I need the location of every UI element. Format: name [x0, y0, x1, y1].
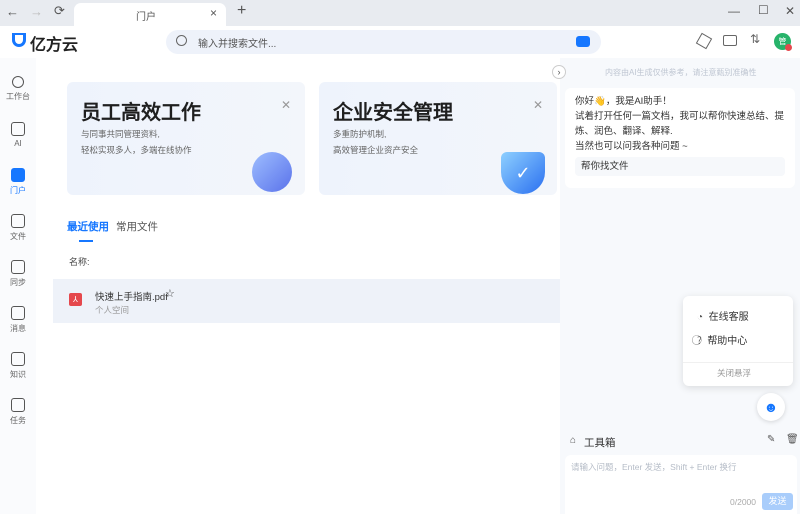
new-tab-button[interactable]: + [237, 2, 246, 20]
promo-card-efficiency[interactable]: 员工高效工作 与同事共同管理资料, 轻松实现多人，多端在线协作 ✕ [67, 82, 305, 195]
search-bar[interactable]: 输入并搜索文件... [166, 30, 601, 54]
file-name[interactable]: 快速上手指南.pdf [95, 289, 168, 303]
browser-titlebar: ← → ⟳ 门户 × + — ☐ ✕ [0, 0, 800, 27]
knowledge-icon [11, 352, 25, 366]
home-icon [11, 168, 25, 182]
card-title: 员工高效工作 [81, 102, 201, 124]
card-desc: 高效管理企业资产安全 [333, 145, 419, 155]
service-icon: ◔ [697, 312, 704, 323]
toolbox-label[interactable]: 工具箱 [584, 435, 616, 450]
sidebar-item-tasks[interactable]: 任务 [0, 398, 36, 426]
task-icon [11, 398, 25, 412]
sidebar-item-files[interactable]: 文件 [0, 214, 36, 242]
card-title: 企业安全管理 [333, 102, 453, 124]
maximize-button[interactable]: ☐ [758, 3, 769, 17]
tab-recent[interactable]: 最近使用 [67, 219, 109, 234]
sidebar-item-label: 工作台 [6, 92, 30, 101]
logo-text: 亿方云 [30, 37, 79, 54]
search-input[interactable]: 输入并搜索文件... [198, 35, 276, 50]
collapse-panel-button[interactable]: › [552, 65, 566, 79]
send-button[interactable]: 发送 [762, 493, 793, 510]
minimize-button[interactable]: — [728, 4, 740, 18]
menu-item-label: 在线客服 [708, 312, 749, 323]
folder-icon [11, 214, 25, 228]
sidebar-item-label: 任务 [10, 416, 26, 425]
sidebar-item-label: 消息 [10, 324, 26, 333]
tab-frequent[interactable]: 常用文件 [116, 219, 158, 234]
close-float-button[interactable]: 关闭悬浮 [717, 367, 751, 379]
forward-button[interactable]: → [30, 4, 43, 19]
grid-icon [12, 76, 24, 88]
screen-icon[interactable] [723, 35, 737, 46]
transfer-icon[interactable]: ⇅ [750, 32, 760, 46]
card-desc: 多重防护机制, [333, 129, 387, 139]
reload-button[interactable]: ⟳ [54, 3, 65, 19]
people-illustration-icon [252, 152, 292, 192]
sidebar-item-ai[interactable]: AI [0, 122, 36, 148]
pdf-icon: ⅄ [69, 293, 82, 306]
tab-title: 门户 [136, 12, 156, 23]
sidebar-item-label: 门户 [10, 186, 26, 195]
menu-item-help-center[interactable]: ?⃝ 帮助中心 [697, 332, 747, 347]
greeting-text: 你好👋，我是AI助手！ [575, 96, 672, 107]
sidebar-item-label: 同步 [10, 278, 26, 287]
column-header-name: 名称: [69, 257, 90, 267]
sidebar-item-knowledge[interactable]: 知识 [0, 352, 36, 380]
sidebar-item-label: AI [14, 139, 22, 148]
edit-icon[interactable]: ✎ [767, 434, 775, 445]
trash-icon[interactable]: 🗑 [786, 434, 799, 445]
shield-check-icon: ✓ [501, 152, 545, 194]
mascot-assistant-button[interactable]: ☻ [757, 393, 785, 421]
browser-tab[interactable]: 门户 × [74, 3, 226, 27]
suggestion-find-file[interactable]: 帮你找文件 [575, 157, 785, 176]
close-tab-button[interactable]: × [210, 6, 217, 20]
sidebar-item-label: 文件 [10, 232, 26, 241]
toolbox-icon: ⌂ [570, 435, 577, 446]
file-row[interactable]: ⅄ 快速上手指南.pdf ☆ 个人空间 [53, 279, 560, 323]
star-icon[interactable]: ☆ [165, 287, 175, 300]
input-placeholder: 请输入问题，Enter 发送，Shift + Enter 换行 [571, 462, 737, 472]
menu-item-label: 帮助中心 [707, 336, 748, 347]
more-text: 当然也可以问我各种问题 ~ [575, 141, 688, 152]
card-desc: 与同事共同管理资料, [81, 129, 160, 139]
promo-card-security[interactable]: 企业安全管理 多重防护机制, 高效管理企业资产安全 ✕ ✓ [319, 82, 557, 195]
search-icon [176, 35, 187, 46]
notification-badge [785, 44, 792, 51]
file-location: 个人空间 [95, 305, 130, 315]
sync-folder-icon [11, 260, 25, 274]
sidebar-item-portal[interactable]: 门户 [0, 168, 36, 196]
ai-question-input[interactable]: 请输入问题，Enter 发送，Shift + Enter 换行 0/2000 发… [565, 455, 797, 514]
close-card-button[interactable]: ✕ [533, 98, 543, 112]
char-counter: 0/2000 [730, 497, 756, 507]
sidebar-item-workbench[interactable]: 工作台 [0, 76, 36, 102]
sidebar-item-messages[interactable]: 消息 [0, 306, 36, 334]
sidebar-item-label: 知识 [10, 370, 26, 379]
active-tab-indicator [79, 240, 93, 242]
float-menu: ◔ 在线客服 ?⃝ 帮助中心 关闭悬浮 [683, 296, 793, 386]
ai-greeting-bubble: 你好👋，我是AI助手！ 试着打开任何一篇文档，我可以帮你快速总结、提炼、润色、翻… [565, 88, 795, 188]
help-icon: ?⃝ [697, 336, 702, 347]
message-icon [11, 306, 25, 320]
close-card-button[interactable]: ✕ [281, 98, 291, 112]
logo-icon [12, 33, 26, 47]
ai-icon [11, 122, 25, 136]
menu-item-online-service[interactable]: ◔ 在线客服 [697, 308, 749, 323]
sidebar: 工作台 AI 门户 文件 同步 消息 知识 任务 [0, 58, 36, 514]
close-window-button[interactable]: ✕ [785, 4, 795, 18]
sidebar-item-sync[interactable]: 同步 [0, 260, 36, 288]
intro-text: 试着打开任何一篇文档，我可以帮你快速总结、提炼、润色、翻译、解释. [575, 111, 785, 137]
card-desc: 轻松实现多人，多端在线协作 [81, 145, 192, 155]
ai-notice: 内容由AI生成仅供参考，请注意甄别准确性 [605, 68, 757, 77]
camera-icon[interactable] [576, 36, 590, 47]
back-button[interactable]: ← [6, 4, 19, 19]
